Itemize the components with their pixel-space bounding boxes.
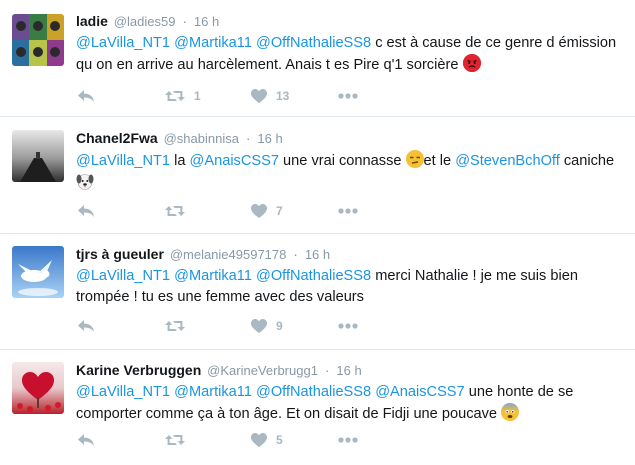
more-options-button[interactable]: [338, 208, 358, 214]
more-dots-icon: [338, 208, 358, 214]
mention-link[interactable]: @LaVilla_NT1: [76, 35, 170, 51]
retweet-icon: [165, 435, 185, 445]
fearful-face-icon: [501, 403, 520, 421]
like-count: 7: [276, 204, 283, 218]
mention-link[interactable]: @Martika11: [174, 268, 252, 284]
separator-dot: ·: [324, 362, 330, 378]
retweet-button[interactable]: 1: [164, 88, 250, 104]
reply-icon: [78, 90, 94, 102]
retweet-icon: [165, 206, 185, 216]
reply-button[interactable]: [76, 88, 164, 104]
tweet-text: @LaVilla_NT1 @Martika11 @OffNathalieSS8 …: [76, 33, 627, 76]
like-button[interactable]: 9: [250, 318, 338, 334]
mention-link[interactable]: @OffNathalieSS8: [256, 268, 371, 284]
mention-link[interactable]: @StevenBchOff: [455, 153, 560, 169]
tweet-text: @LaVilla_NT1 @Martika11 @OffNathalieSS8 …: [76, 382, 627, 425]
mention-link[interactable]: @OffNathalieSS8: [256, 384, 371, 400]
retweet-icon: [165, 91, 185, 101]
retweet-button[interactable]: [164, 318, 250, 334]
retweet-icon: [165, 321, 185, 331]
mention-link[interactable]: @OffNathalieSS8: [256, 35, 371, 51]
reply-button[interactable]: [76, 432, 164, 448]
tweet-timestamp[interactable]: 16 h: [194, 14, 219, 29]
tweet-text: @LaVilla_NT1 la @AnaisCSS7 une vrai conn…: [76, 150, 627, 194]
heart-icon: [251, 319, 267, 333]
mention-link[interactable]: @AnaisCSS7: [375, 384, 464, 400]
mention-link[interactable]: @LaVilla_NT1: [76, 153, 170, 169]
more-dots-icon: [338, 323, 358, 329]
reply-icon: [78, 434, 94, 446]
mention-link[interactable]: @LaVilla_NT1: [76, 384, 170, 400]
mention-link[interactable]: @Martika11: [174, 35, 252, 51]
mention-link[interactable]: @AnaisCSS7: [190, 153, 279, 169]
avatar[interactable]: [12, 14, 64, 66]
mention-link[interactable]: @LaVilla_NT1: [76, 268, 170, 284]
reply-button[interactable]: [76, 203, 164, 219]
tweet[interactable]: Karine Verbruggen @KarineVerbrugg1 · 16 …: [0, 350, 635, 465]
tweet-author-handle[interactable]: @KarineVerbrugg1: [207, 363, 318, 378]
separator-dot: ·: [182, 13, 187, 29]
more-dots-icon: [338, 437, 358, 443]
more-options-button[interactable]: [338, 93, 358, 99]
tweet-timestamp[interactable]: 16 h: [257, 131, 282, 146]
heart-icon: [251, 89, 267, 103]
tweet-timeline: ladie @ladies59 · 16 h @LaVilla_NT1 @Mar…: [0, 0, 635, 465]
avatar[interactable]: [12, 130, 64, 182]
retweet-button[interactable]: [164, 432, 250, 448]
separator-dot: ·: [293, 246, 298, 262]
tweet-author-name[interactable]: ladie: [76, 13, 108, 29]
heart-icon: [251, 433, 267, 447]
reply-button[interactable]: [76, 318, 164, 334]
like-button[interactable]: 13: [250, 88, 338, 104]
reply-icon: [78, 320, 94, 332]
dog-face-icon: [76, 172, 94, 190]
retweet-count: 1: [194, 89, 201, 103]
tweet-author-handle[interactable]: @ladies59: [114, 14, 176, 29]
mention-link[interactable]: @Martika11: [174, 384, 252, 400]
angry-face-icon: [462, 54, 481, 72]
like-button[interactable]: 7: [250, 203, 338, 219]
more-options-button[interactable]: [338, 323, 358, 329]
separator-dot: ·: [245, 130, 251, 146]
tweet-author-name[interactable]: Karine Verbruggen: [76, 362, 201, 378]
like-count: 9: [276, 319, 283, 333]
more-dots-icon: [338, 93, 358, 99]
tweet-timestamp[interactable]: 16 h: [305, 247, 330, 262]
like-count: 13: [276, 89, 290, 103]
avatar[interactable]: [12, 362, 64, 414]
tweet-author-handle[interactable]: @melanie49597178: [170, 247, 287, 262]
tweet-text: @LaVilla_NT1 @Martika11 @OffNathalieSS8 …: [76, 266, 627, 308]
tweet-author-name[interactable]: tjrs à gueuler: [76, 246, 164, 262]
tweet[interactable]: tjrs à gueuler @melanie49597178 · 16 h @…: [0, 234, 635, 350]
retweet-button[interactable]: [164, 203, 250, 219]
avatar[interactable]: [12, 246, 64, 298]
tweet[interactable]: ladie @ladies59 · 16 h @LaVilla_NT1 @Mar…: [0, 0, 635, 117]
reply-icon: [78, 205, 94, 217]
like-count: 5: [276, 433, 283, 447]
tweet[interactable]: Chanel2Fwa @shabinnisa · 16 h @LaVilla_N…: [0, 117, 635, 234]
more-options-button[interactable]: [338, 437, 358, 443]
heart-icon: [251, 204, 267, 218]
like-button[interactable]: 5: [250, 432, 338, 448]
unamused-face-icon: [405, 150, 424, 168]
tweet-author-name[interactable]: Chanel2Fwa: [76, 130, 158, 146]
tweet-author-handle[interactable]: @shabinnisa: [164, 131, 239, 146]
tweet-timestamp[interactable]: 16 h: [336, 363, 361, 378]
